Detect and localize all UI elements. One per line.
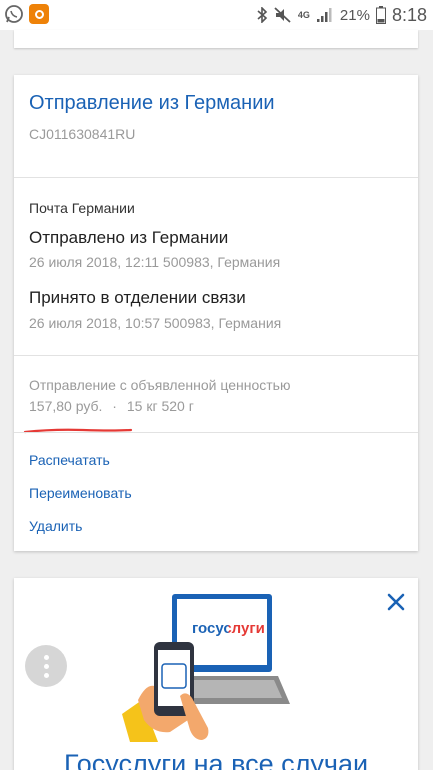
summary-separator: · bbox=[112, 398, 117, 414]
shipment-weight: 15 кг 520 г bbox=[126, 398, 194, 414]
shipment-card: Отправление из Германии CJ011630841RU По… bbox=[14, 75, 418, 551]
print-link[interactable]: Распечатать bbox=[29, 452, 110, 468]
declared-value: 157,80 руб. bbox=[29, 398, 103, 414]
more-options-button[interactable] bbox=[25, 645, 67, 687]
battery-percent: 21% bbox=[339, 6, 370, 24]
shipment-summary: 157,80 руб. · 15 кг 520 г bbox=[29, 398, 194, 414]
rename-link[interactable]: Переименовать bbox=[29, 485, 132, 501]
whatsapp-icon bbox=[5, 5, 23, 23]
close-icon[interactable] bbox=[386, 592, 406, 612]
bluetooth-icon bbox=[257, 7, 268, 23]
event-meta: 26 июля 2018, 10:57 500983, Германия bbox=[29, 315, 282, 331]
gosuslugi-logo: госуслуги bbox=[192, 620, 265, 637]
shipment-title: Отправление из Германии bbox=[29, 92, 275, 114]
battery-icon bbox=[375, 6, 386, 24]
network-type: 4G bbox=[297, 9, 310, 20]
shipment-type: Отправление с объявленной ценностью bbox=[29, 377, 291, 393]
divider bbox=[14, 355, 418, 356]
red-underline bbox=[23, 428, 133, 434]
notification-icons bbox=[4, 4, 49, 24]
event-status: Отправлено из Германии bbox=[29, 228, 229, 247]
gosuslugi-illustration bbox=[122, 594, 290, 742]
status-bar: 4G 21% 8:18 bbox=[0, 0, 433, 30]
signal-icon bbox=[316, 8, 332, 22]
clock: 8:18 bbox=[391, 4, 427, 25]
carrier-name: Почта Германии bbox=[29, 200, 135, 216]
promo-title: Госуслуги на все случаи bbox=[63, 749, 369, 770]
tracking-number: CJ011630841RU bbox=[29, 126, 136, 142]
event-meta: 26 июля 2018, 12:11 500983, Германия bbox=[29, 254, 281, 270]
system-icons: 4G 21% 8:18 bbox=[256, 4, 427, 26]
event-status: Принято в отделении связи bbox=[29, 288, 246, 307]
promo-card: госуслуги Госуслуги на все случаи bbox=[14, 578, 418, 770]
divider bbox=[14, 432, 418, 433]
delete-link[interactable]: Удалить bbox=[29, 518, 82, 534]
mute-icon bbox=[274, 7, 291, 23]
divider bbox=[14, 177, 418, 178]
previous-card bbox=[14, 30, 418, 48]
odnoklassniki-icon bbox=[29, 4, 49, 24]
